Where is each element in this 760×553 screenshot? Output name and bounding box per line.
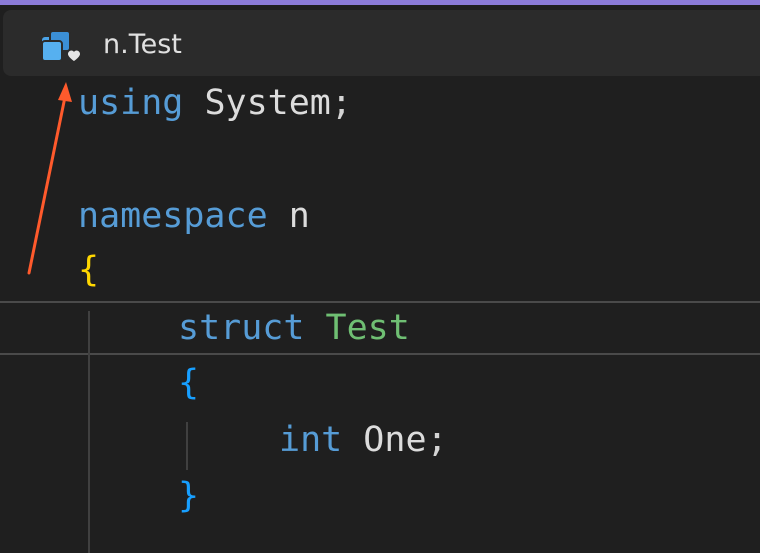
code-line-7: int One; xyxy=(279,416,448,464)
keyword-namespace: namespace xyxy=(78,196,268,236)
code-line-3: namespace n xyxy=(78,192,310,240)
keyword-using: using xyxy=(78,83,184,123)
field-name: One xyxy=(363,420,427,460)
namespace-open-brace: { xyxy=(78,250,100,290)
keyword-struct: struct xyxy=(178,308,305,348)
struct-name: Test xyxy=(325,308,410,348)
code-line-5: struct Test xyxy=(178,304,410,352)
code-editor[interactable]: using System; namespace n { struct Test … xyxy=(0,0,760,553)
namespace-system: System xyxy=(204,83,331,123)
semicolon: ; xyxy=(330,83,352,123)
struct-open-brace: { xyxy=(178,363,200,403)
code-line-1: using System; xyxy=(78,79,352,127)
editor-frame: n.Test using System; namespace n { struc… xyxy=(0,0,760,553)
struct-close-brace: } xyxy=(178,476,200,516)
semicolon: ; xyxy=(426,420,448,460)
namespace-name: n xyxy=(288,196,310,236)
keyword-int: int xyxy=(279,420,343,460)
